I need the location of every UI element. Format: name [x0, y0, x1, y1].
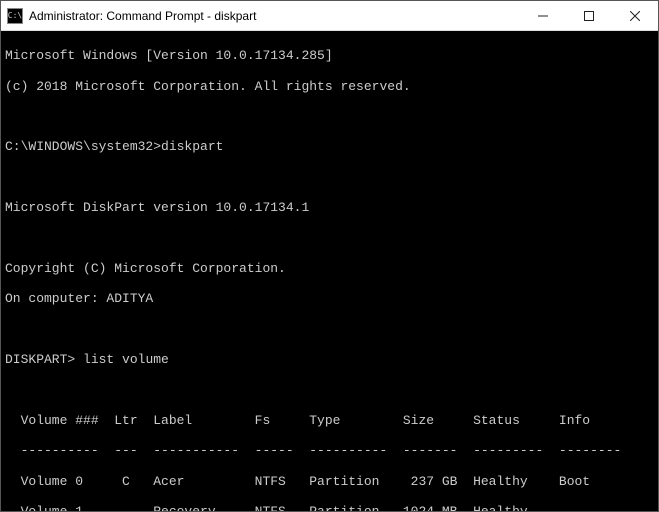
minimize-icon [538, 11, 548, 21]
minimize-button[interactable] [520, 1, 566, 30]
window-controls [520, 1, 658, 30]
table-divider: ---------- --- ----------- ----- -------… [5, 443, 654, 458]
table-header: Volume ### Ltr Label Fs Type Size Status… [5, 413, 654, 428]
window-title: Administrator: Command Prompt - diskpart [29, 9, 520, 23]
line-dp-prompt-list: DISKPART> list volume [5, 352, 654, 367]
line-dp-copyright: Copyright (C) Microsoft Corporation. [5, 261, 654, 276]
close-icon [630, 11, 640, 21]
line-winver: Microsoft Windows [Version 10.0.17134.28… [5, 48, 654, 63]
line-dp-computer: On computer: ADITYA [5, 291, 654, 306]
table-row: Volume 0 C Acer NTFS Partition 237 GB He… [5, 474, 654, 489]
window-titlebar: C:\ Administrator: Command Prompt - disk… [1, 1, 658, 31]
table-row: Volume 1 Recovery NTFS Partition 1024 MB… [5, 504, 654, 511]
terminal-output[interactable]: Microsoft Windows [Version 10.0.17134.28… [1, 31, 658, 511]
maximize-button[interactable] [566, 1, 612, 30]
maximize-icon [584, 11, 594, 21]
line-dp-version: Microsoft DiskPart version 10.0.17134.1 [5, 200, 654, 215]
line-copyright: (c) 2018 Microsoft Corporation. All righ… [5, 79, 654, 94]
line-prompt1: C:\WINDOWS\system32>diskpart [5, 139, 654, 154]
close-button[interactable] [612, 1, 658, 30]
cmd-icon: C:\ [7, 8, 23, 24]
